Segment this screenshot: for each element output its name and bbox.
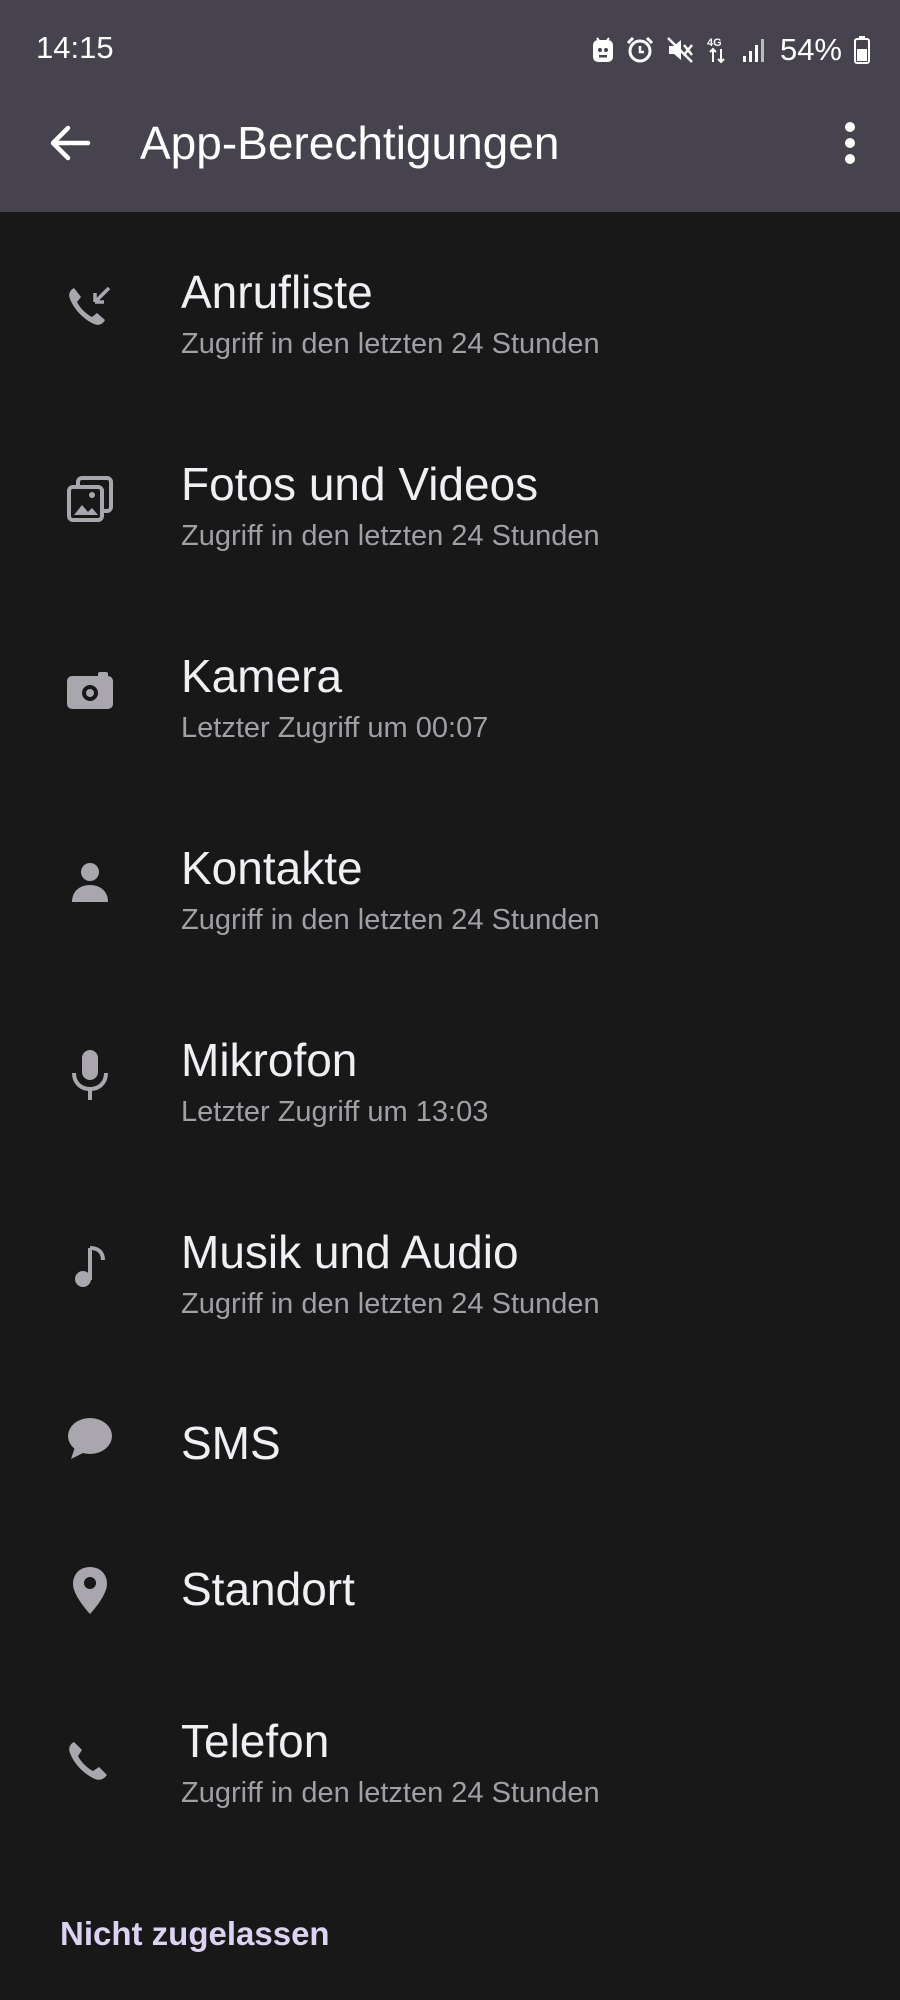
permission-subtitle: Zugriff in den letzten 24 Stunden	[181, 1288, 600, 1320]
camera-icon	[62, 663, 118, 719]
permission-subtitle: Zugriff in den letzten 24 Stunden	[181, 328, 600, 360]
permission-item-telefon[interactable]: Telefon Zugriff in den letzten 24 Stunde…	[0, 1664, 900, 1864]
more-vert-icon	[845, 122, 855, 164]
permission-subtitle: Zugriff in den letzten 24 Stunden	[181, 520, 600, 552]
permission-item-mikrofon[interactable]: Mikrofon Letzter Zugriff um 13:03	[0, 980, 900, 1172]
app-bar: 14:15 4G 54% App-Berechtigungen	[0, 0, 900, 212]
mute-icon	[666, 36, 694, 64]
permission-label: Telefon	[181, 1715, 330, 1767]
page-title: App-Berechtigungen	[140, 117, 560, 169]
permission-subtitle: Letzter Zugriff um 13:03	[181, 1096, 489, 1128]
permission-subtitle: Letzter Zugriff um 00:07	[181, 712, 489, 744]
permission-label: Kamera	[181, 650, 343, 702]
permission-subtitle: Zugriff in den letzten 24 Stunden	[181, 904, 600, 936]
svg-text:4G: 4G	[707, 37, 722, 49]
battery-icon	[854, 36, 870, 64]
permission-item-standort[interactable]: Standort	[0, 1514, 900, 1664]
alarm-icon	[626, 36, 654, 64]
more-options-button[interactable]	[820, 113, 880, 173]
permission-item-kamera[interactable]: Kamera Letzter Zugriff um 00:07	[0, 596, 900, 788]
phone-icon	[62, 1734, 118, 1790]
status-time: 14:15	[36, 30, 114, 65]
contacts-icon	[62, 855, 118, 911]
network-4g-icon: 4G	[706, 35, 730, 65]
permission-label: Kontakte	[181, 842, 363, 894]
permission-subtitle: Zugriff in den letzten 24 Stunden	[181, 1777, 600, 1809]
photos-icon	[62, 471, 118, 527]
permission-item-fotos-und-videos[interactable]: Fotos und Videos Zugriff in den letzten …	[0, 404, 900, 596]
permission-label: Standort	[181, 1563, 355, 1615]
back-button[interactable]	[40, 113, 100, 173]
permission-item-anrufliste[interactable]: Anrufliste Zugriff in den letzten 24 Stu…	[0, 212, 900, 404]
music-icon	[62, 1239, 118, 1295]
permission-label: Mikrofon	[181, 1034, 358, 1086]
microphone-icon	[62, 1047, 118, 1103]
arrow-back-icon	[50, 125, 91, 161]
section-header-not-allowed: Nicht zugelassen	[60, 1915, 330, 1952]
permission-label: Fotos und Videos	[181, 458, 539, 510]
battery-percentage: 54%	[779, 32, 842, 67]
call-log-icon	[62, 279, 118, 335]
sms-icon	[62, 1412, 118, 1468]
permission-item-musik-und-audio[interactable]: Musik und Audio Zugriff in den letzten 2…	[0, 1172, 900, 1364]
android-alert-icon	[592, 37, 614, 63]
status-icons: 4G 54%	[592, 30, 870, 70]
signal-icon	[742, 37, 766, 63]
permission-label: Anrufliste	[181, 266, 373, 318]
permission-item-kontakte[interactable]: Kontakte Zugriff in den letzten 24 Stund…	[0, 788, 900, 980]
location-icon	[62, 1562, 118, 1618]
permission-item-sms[interactable]: SMS	[0, 1364, 900, 1514]
permission-label: SMS	[181, 1417, 281, 1469]
permission-label: Musik und Audio	[181, 1226, 519, 1278]
